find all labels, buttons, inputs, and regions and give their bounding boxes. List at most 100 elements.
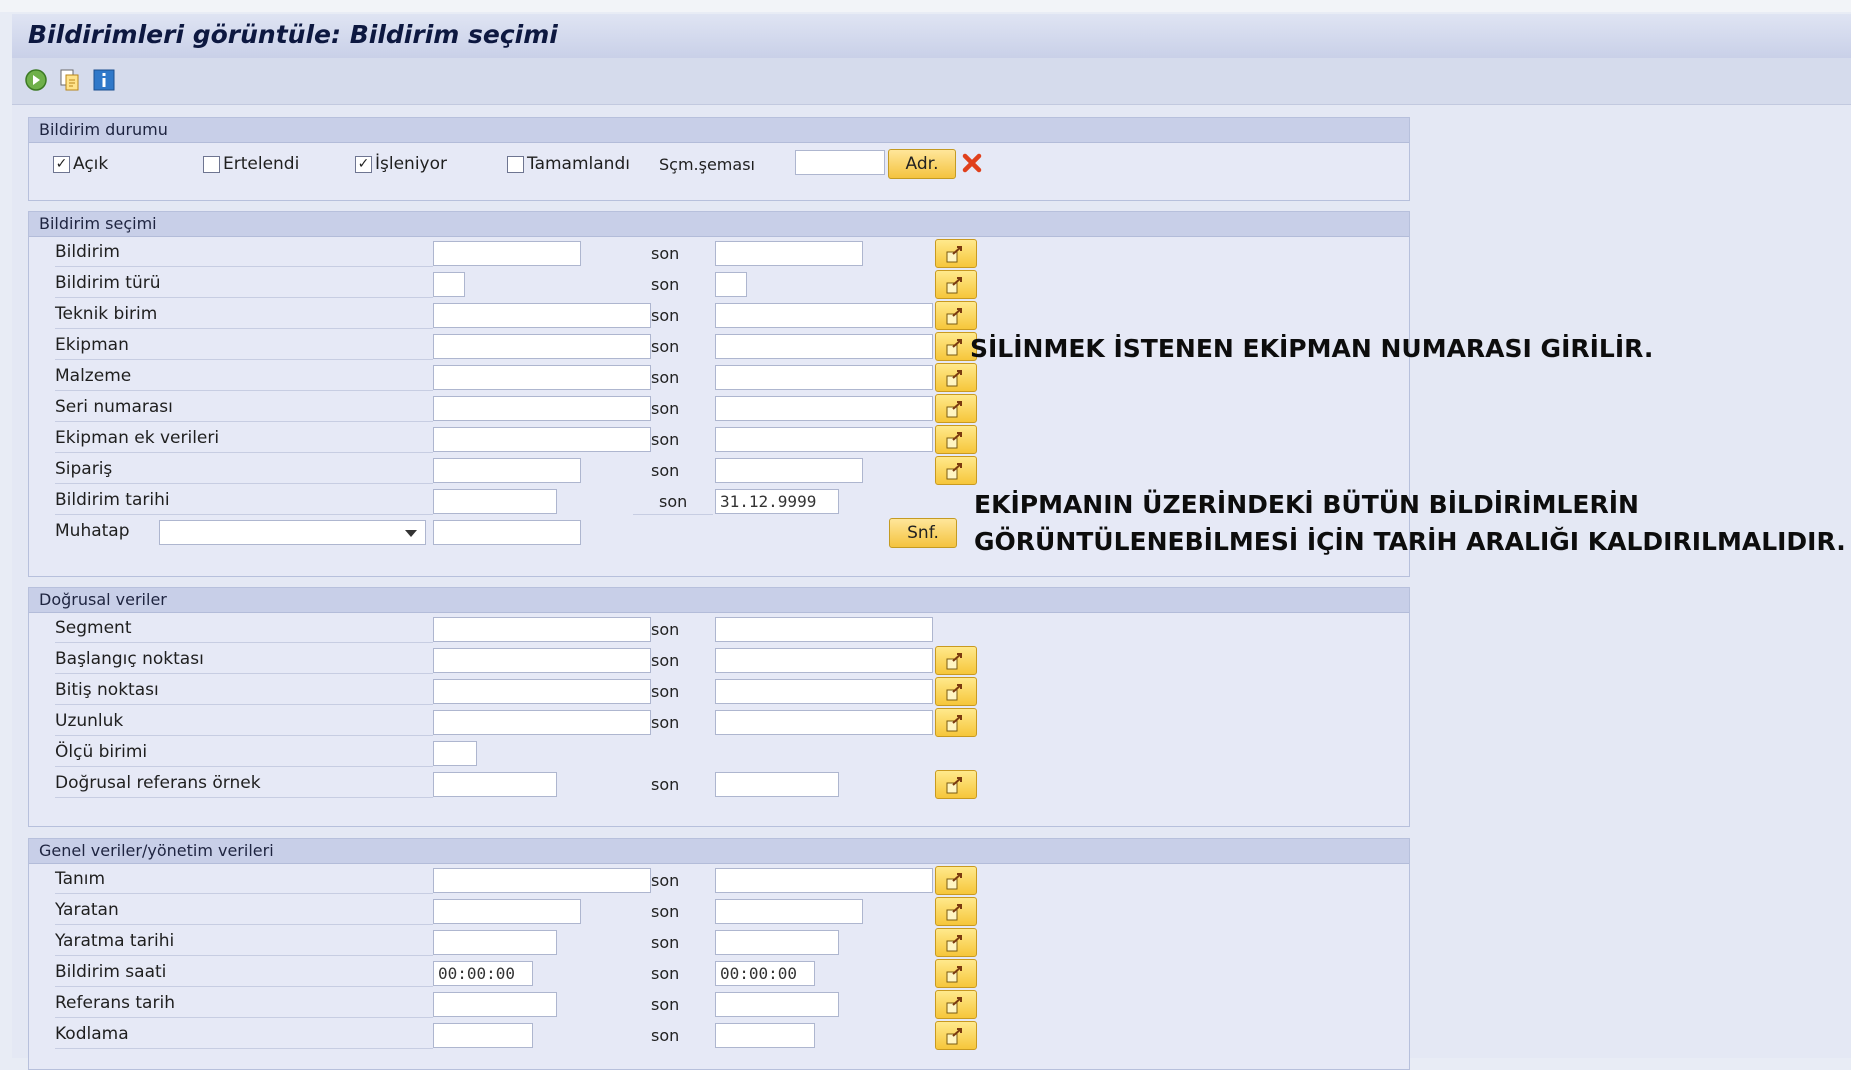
bildirim-turu-from-input[interactable] xyxy=(433,272,465,297)
info-icon[interactable] xyxy=(92,68,116,92)
label-underline xyxy=(55,986,433,987)
bitis-noktasi-from-input[interactable] xyxy=(433,679,651,704)
bildirim-from-input[interactable] xyxy=(433,241,581,266)
multiple-selection-button[interactable] xyxy=(935,677,977,706)
malzeme-from-input[interactable] xyxy=(433,365,651,390)
to-label: son xyxy=(651,902,680,921)
selection-screen: Bildirim durumu ✓ Açık Ertelendi ✓ İşlen… xyxy=(12,105,1851,1070)
field-label: Bitiş noktası xyxy=(55,680,159,700)
to-label: son xyxy=(651,1026,680,1045)
checkbox-in-process[interactable]: ✓ xyxy=(355,156,372,173)
range-row-kodlama: Kodlama son xyxy=(29,1020,1409,1051)
olcu-birimi-input[interactable] xyxy=(433,741,477,766)
multiple-selection-button[interactable] xyxy=(935,394,977,423)
notification-selection-group: Bildirim seçimi Bildirim son Bildirim tü… xyxy=(28,211,1410,577)
ekipman-from-input[interactable] xyxy=(433,334,651,359)
range-row-bildirim-turu: Bildirim türü son xyxy=(29,269,1409,300)
multiple-selection-icon xyxy=(946,935,962,952)
checkbox-open[interactable]: ✓ xyxy=(53,156,70,173)
ekipman-to-input[interactable] xyxy=(715,334,933,359)
kodlama-from-input[interactable] xyxy=(433,1023,533,1048)
muhatap-role-dropdown[interactable] xyxy=(159,520,426,545)
row-olcu-birimi: Ölçü birimi xyxy=(29,738,1409,769)
yaratan-to-input[interactable] xyxy=(715,899,863,924)
yaratan-from-input[interactable] xyxy=(433,899,581,924)
multiple-selection-icon xyxy=(946,1028,962,1045)
uzunluk-from-input[interactable] xyxy=(433,710,651,735)
bildirim-to-input[interactable] xyxy=(715,241,863,266)
teknik-birim-from-input[interactable] xyxy=(433,303,651,328)
multiple-selection-button[interactable] xyxy=(935,425,977,454)
checkbox-completed[interactable] xyxy=(507,156,524,173)
multiple-selection-button[interactable] xyxy=(935,959,977,988)
multiple-selection-button[interactable] xyxy=(935,363,977,392)
bitis-noktasi-to-input[interactable] xyxy=(715,679,933,704)
range-row-bildirim-saati: Bildirim saati 00:00:00 son 00:00:00 xyxy=(29,958,1409,989)
delete-icon[interactable] xyxy=(961,152,983,174)
bildirim-tarihi-from-input[interactable] xyxy=(433,489,557,514)
tanim-from-input[interactable] xyxy=(433,868,651,893)
baslangic-noktasi-from-input[interactable] xyxy=(433,648,651,673)
label-underline xyxy=(55,514,433,515)
checkbox-postponed[interactable] xyxy=(203,156,220,173)
uzunluk-to-input[interactable] xyxy=(715,710,933,735)
multiple-selection-button[interactable] xyxy=(935,301,977,330)
execute-icon[interactable] xyxy=(24,68,48,92)
copy-variant-icon[interactable] xyxy=(58,68,82,92)
multiple-selection-icon xyxy=(946,684,962,701)
multiple-selection-button[interactable] xyxy=(935,456,977,485)
multiple-selection-button[interactable] xyxy=(935,646,977,675)
baslangic-noktasi-to-input[interactable] xyxy=(715,648,933,673)
range-row-seri-numarasi: Seri numarası son xyxy=(29,393,1409,424)
label-underline xyxy=(55,766,433,767)
multiple-selection-button[interactable] xyxy=(935,270,977,299)
segment-to-input[interactable] xyxy=(715,617,933,642)
multiple-selection-button[interactable] xyxy=(935,770,977,799)
segment-from-input[interactable] xyxy=(433,617,651,642)
multiple-selection-button[interactable] xyxy=(935,866,977,895)
bildirim-saati-to-input[interactable]: 00:00:00 xyxy=(715,961,815,986)
to-label: son xyxy=(651,306,680,325)
field-label: Ekipman xyxy=(55,335,129,355)
range-row-yaratan: Yaratan son xyxy=(29,896,1409,927)
ekipman-ek-verileri-to-input[interactable] xyxy=(715,427,933,452)
muhatap-input[interactable] xyxy=(433,520,581,545)
scheme-input[interactable] xyxy=(795,150,885,175)
dogrusal-referans-ornek-from-input[interactable] xyxy=(433,772,557,797)
seri-numarasi-to-input[interactable] xyxy=(715,396,933,421)
multiple-selection-icon xyxy=(946,246,962,263)
dogrusal-referans-ornek-to-input[interactable] xyxy=(715,772,839,797)
yaratma-tarihi-from-input[interactable] xyxy=(433,930,557,955)
multiple-selection-button[interactable] xyxy=(935,928,977,957)
equipment-annotation: SİLİNMEK İSTENEN EKİPMAN NUMARASI GİRİLİ… xyxy=(970,334,1654,363)
multiple-selection-button[interactable] xyxy=(935,990,977,1019)
referans-tarih-from-input[interactable] xyxy=(433,992,557,1017)
adr-button[interactable]: Adr. xyxy=(888,149,956,179)
siparis-from-input[interactable] xyxy=(433,458,581,483)
multiple-selection-button[interactable] xyxy=(935,1021,977,1050)
multiple-selection-button[interactable] xyxy=(935,708,977,737)
seri-numarasi-from-input[interactable] xyxy=(433,396,651,421)
snf-button[interactable]: Snf. xyxy=(889,518,957,548)
to-label: son xyxy=(659,492,688,511)
siparis-to-input[interactable] xyxy=(715,458,863,483)
yaratma-tarihi-to-input[interactable] xyxy=(715,930,839,955)
range-row-dogrusal-referans-ornek: Doğrusal referans örnek son xyxy=(29,769,1409,800)
multiple-selection-button[interactable] xyxy=(935,239,977,268)
multiple-selection-button[interactable] xyxy=(935,897,977,926)
multiple-selection-icon xyxy=(946,339,962,356)
bildirim-turu-to-input[interactable] xyxy=(715,272,747,297)
label-underline xyxy=(55,924,433,925)
status-group: Bildirim durumu ✓ Açık Ertelendi ✓ İşlen… xyxy=(28,117,1410,201)
to-label: son xyxy=(651,430,680,449)
tanim-to-input[interactable] xyxy=(715,868,933,893)
bildirim-saati-from-input[interactable]: 00:00:00 xyxy=(433,961,533,986)
range-row-siparis: Sipariş son xyxy=(29,455,1409,486)
kodlama-to-input[interactable] xyxy=(715,1023,815,1048)
teknik-birim-to-input[interactable] xyxy=(715,303,933,328)
ekipman-ek-verileri-from-input[interactable] xyxy=(433,427,651,452)
label-underline xyxy=(55,735,433,736)
referans-tarih-to-input[interactable] xyxy=(715,992,839,1017)
bildirim-tarihi-to-input[interactable]: 31.12.9999 xyxy=(715,489,839,514)
malzeme-to-input[interactable] xyxy=(715,365,933,390)
